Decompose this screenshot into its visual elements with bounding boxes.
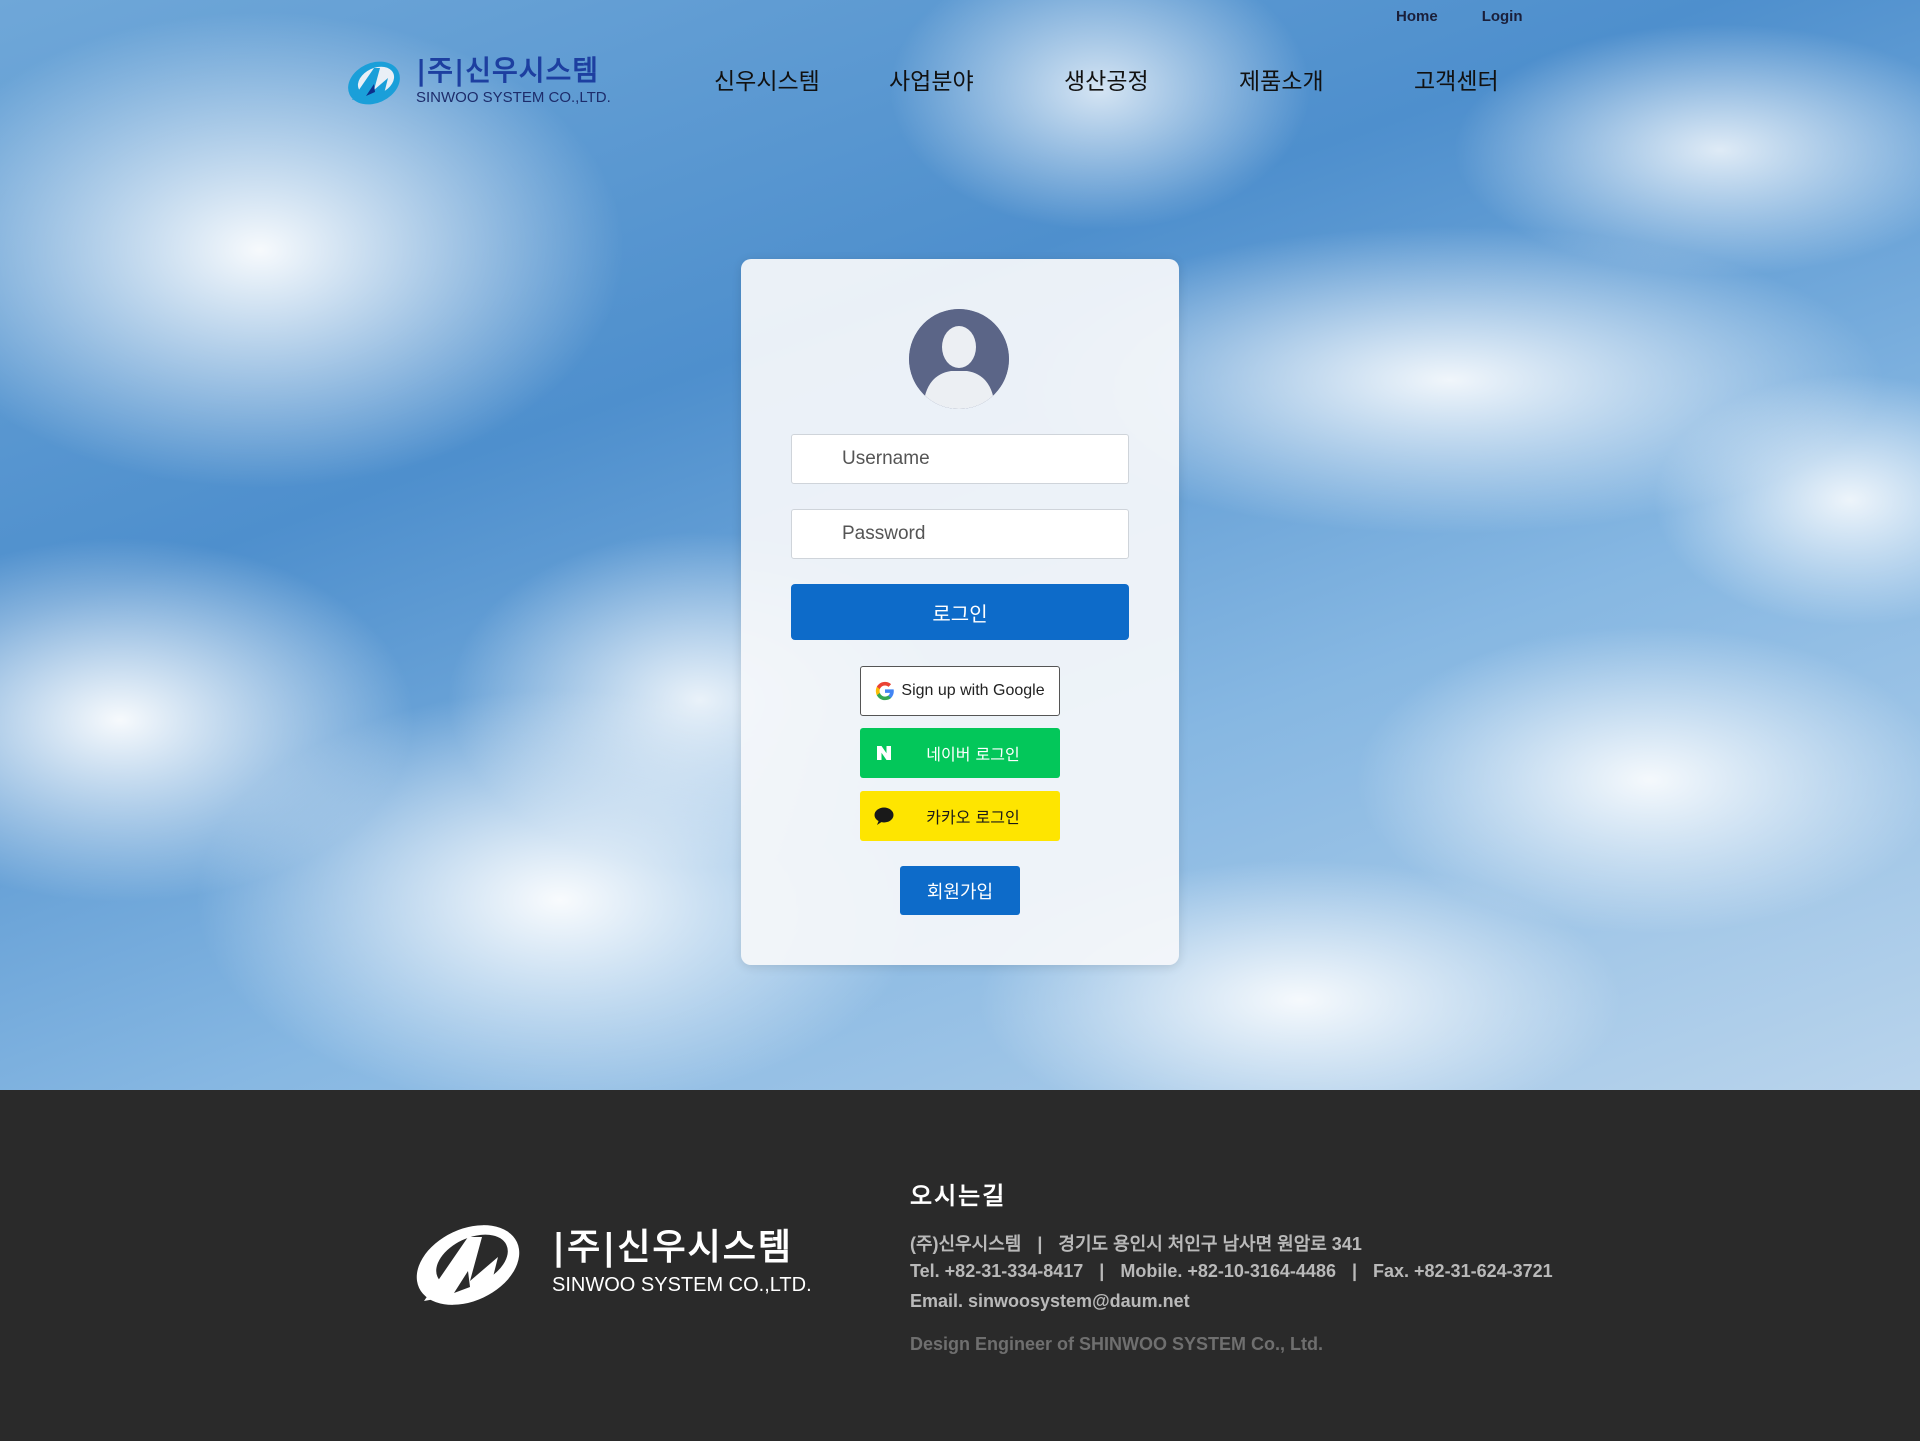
footer-logo: |주|신우시스템 SINWOO SYSTEM CO.,LTD. <box>410 1215 812 1311</box>
avatar-icon <box>909 309 1009 409</box>
nav-item-business[interactable]: 사업분야 <box>889 62 1064 96</box>
footer-contact-line: Tel. +82-31-334-8417 | Mobile. +82-10-3164… <box>910 1261 1553 1282</box>
footer-company: (주)신우시스템 <box>910 1234 1022 1254</box>
naver-button-label: 네이버 로그인 <box>926 745 1020 764</box>
kakao-button-label: 카카오 로그인 <box>926 808 1020 827</box>
google-button-label: Sign up with Google <box>901 682 1045 699</box>
footer: |주|신우시스템 SINWOO SYSTEM CO.,LTD. 오시는길 (주)… <box>0 1090 1920 1441</box>
logo-icon <box>416 1225 520 1305</box>
footer-logo-english-text: SINWOO SYSTEM CO.,LTD. <box>552 1274 812 1296</box>
separator: | <box>1037 1234 1043 1254</box>
footer-email: Email. sinwoosystem@daum.net <box>910 1291 1190 1311</box>
login-link[interactable]: Login <box>1482 8 1523 25</box>
nav-item-products[interactable]: 제품소개 <box>1239 62 1414 96</box>
naver-icon <box>872 741 896 765</box>
footer-design-credit: Design Engineer of SHINWOO SYSTEM Co., L… <box>910 1334 1324 1354</box>
footer-logo-korean-text: |주|신우시스템 <box>552 1227 794 1268</box>
google-icon <box>873 679 897 703</box>
top-links: Home Login <box>1396 8 1523 25</box>
footer-mobile: Mobile. +82-10-3164-4486 <box>1120 1261 1336 1281</box>
google-signup-button[interactable]: Sign up with Google <box>860 666 1060 716</box>
nav-item-customer-center[interactable]: 고객센터 <box>1414 62 1589 96</box>
login-button[interactable]: 로그인 <box>791 584 1129 640</box>
password-input[interactable] <box>791 509 1129 559</box>
naver-login-button[interactable]: 네이버 로그인 <box>860 728 1060 778</box>
username-input[interactable] <box>791 434 1129 484</box>
footer-tel: Tel. +82-31-334-8417 <box>910 1261 1084 1281</box>
footer-directions-title: 오시는길 <box>910 1182 1007 1210</box>
login-card: 로그인 Sign up with Google 네이버 로그인 <box>741 259 1179 965</box>
main-nav: 신우시스템 사업분야 생산공정 제품소개 고객센터 <box>714 62 1589 96</box>
footer-address-line: (주)신우시스템 | 경기도 용인시 처인구 남사면 원암로 341 <box>910 1230 1362 1256</box>
logo-icon <box>348 61 400 105</box>
header-logo[interactable]: |주|신우시스템 SINWOO SYSTEM CO.,LTD. <box>344 56 611 108</box>
signup-button[interactable]: 회원가입 <box>900 866 1020 915</box>
hero-sky-background: Home Login |주|신우시스템 SINWOO SYSTEM CO.,LT… <box>0 0 1920 1090</box>
separator: | <box>1351 1261 1358 1281</box>
nav-item-production[interactable]: 생산공정 <box>1064 62 1239 96</box>
footer-address: 경기도 용인시 처인구 남사면 원암로 341 <box>1058 1234 1362 1254</box>
kakao-icon <box>872 804 896 828</box>
logo-english-text: SINWOO SYSTEM CO.,LTD. <box>416 89 611 106</box>
home-link[interactable]: Home <box>1396 8 1438 25</box>
kakao-login-button[interactable]: 카카오 로그인 <box>860 791 1060 841</box>
separator: | <box>1099 1261 1105 1281</box>
footer-fax: Fax. +82-31-624-3721 <box>1373 1261 1553 1281</box>
nav-item-sinwoo-system[interactable]: 신우시스템 <box>714 62 889 96</box>
logo-korean-text: |주|신우시스템 <box>416 54 600 87</box>
